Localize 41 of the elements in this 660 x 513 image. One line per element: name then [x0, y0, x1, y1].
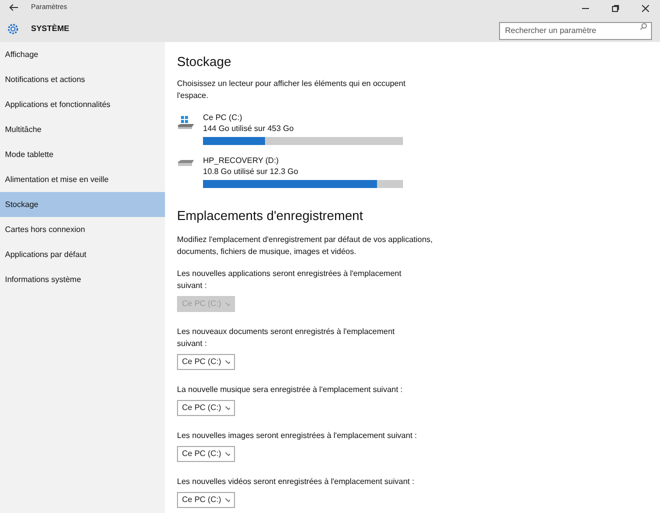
drive-dropdown[interactable]: Ce PC (C:)	[177, 492, 235, 508]
setting-label: La nouvelle musique sera enregistrée à l'emplacement suivant :	[177, 384, 404, 396]
chevron-icon	[225, 406, 230, 410]
settings-icon	[7, 23, 19, 35]
drive-usage: 144 Go utilisé sur 453 Go	[203, 123, 295, 134]
heading: Stockage	[177, 54, 232, 70]
setting-label: Les nouveaux documents seront enregistrés à l'emplacement suivant :	[177, 326, 396, 350]
sidebar-item[interactable]: Multitâche	[0, 117, 165, 142]
restore-icon	[612, 4, 618, 12]
sidebar-item[interactable]: Notifications et actions	[0, 67, 165, 92]
sidebar-item[interactable]: Cartes hors connexion	[0, 217, 165, 242]
setting-label: Les nouvelles images seront enregistrées à l'emplacement suivant :	[177, 430, 417, 442]
drive-name[interactable]: Ce PC (C:)	[203, 112, 403, 123]
chevron-icon	[225, 302, 230, 306]
drive-dropdown[interactable]: Ce PC (C:)	[177, 354, 235, 370]
back-arrow-icon	[8, 4, 18, 12]
chevron-icon	[225, 498, 230, 502]
sidebar-item[interactable]: Stockage	[0, 192, 165, 217]
sidebar-item[interactable]: Mode tablette	[0, 142, 165, 167]
drive-dropdown[interactable]: Ce PC (C:)	[177, 400, 235, 416]
drive-icon	[177, 116, 195, 130]
drive-usage: 10.8 Go utilisé sur 12.3 Go	[203, 166, 300, 177]
sidebar-item[interactable]: Affichage	[0, 42, 165, 67]
section-title: SYSTÈME	[31, 23, 70, 35]
setting-label: Les nouvelles applications seront enregistrées à l'emplacement suivant :	[177, 268, 402, 292]
heading: Emplacements d'enregistrement	[177, 208, 364, 224]
description: Modifiez l'emplacement d'enregistrement par défaut de vos applications, documents, fichiers de musique, images et vidéos.	[177, 234, 434, 258]
sidebar-item[interactable]: Alimentation et mise en veille	[0, 167, 165, 192]
chevron-icon	[225, 360, 230, 364]
drive-name[interactable]: HP_RECOVERY (D:)	[203, 155, 403, 166]
description: Choisissez un lecteur pour afficher les éléments qui en occupent l'espace.	[177, 78, 406, 102]
setting-label: Les nouvelles vidéos seront enregistrées à l'emplacement suivant :	[177, 476, 416, 488]
sidebar-item[interactable]: Applications par défaut	[0, 242, 165, 267]
search-icon	[640, 23, 647, 30]
close-icon	[642, 4, 648, 12]
drive-dropdown[interactable]: Ce PC (C:)	[177, 446, 235, 462]
search-field[interactable]: Rechercher un paramètre	[499, 22, 652, 40]
sidebar-item[interactable]: Applications et fonctionnalités	[0, 92, 165, 117]
drive-icon	[177, 159, 195, 167]
sidebar-item[interactable]: Informations système	[0, 267, 165, 292]
chevron-icon	[225, 452, 230, 456]
